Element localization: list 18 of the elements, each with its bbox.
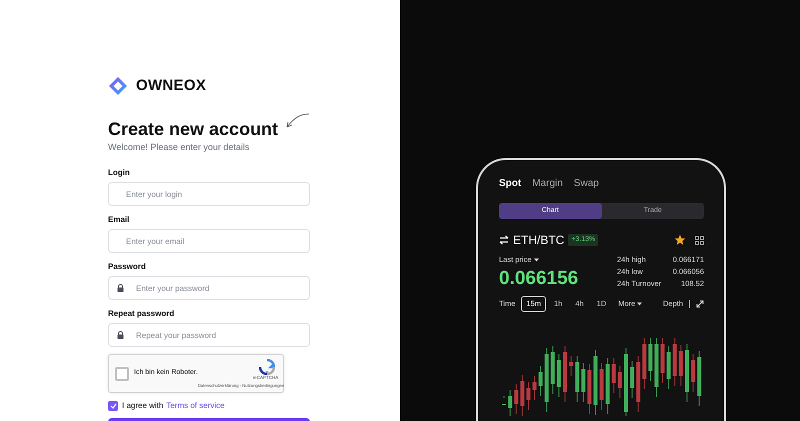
terms-link[interactable]: Terms of service xyxy=(166,400,225,412)
field-label: Email xyxy=(108,215,130,225)
tab[interactable]: Swap xyxy=(574,176,599,191)
input-field[interactable]: Repeat your password xyxy=(108,323,310,347)
subtitle: Welcome! Please enter your details xyxy=(108,140,250,154)
brand-name: OWNEOX xyxy=(136,76,206,96)
page-heading: Create new account xyxy=(108,118,278,140)
field-label: Repeat password xyxy=(108,309,176,319)
last-price: 0.066156 xyxy=(499,268,578,290)
input-field[interactable]: Enter your email xyxy=(108,229,310,253)
tab[interactable]: Margin xyxy=(532,176,563,191)
pair-name: ETH/BTC xyxy=(513,232,564,249)
tab[interactable]: Spot xyxy=(499,176,522,191)
input-field[interactable]: Enter your login xyxy=(108,182,310,206)
field-label: Password xyxy=(108,262,147,272)
field-label: Login xyxy=(108,168,131,178)
input-field[interactable]: Enter your password xyxy=(108,276,310,300)
terms-text: I agree with xyxy=(122,400,164,412)
